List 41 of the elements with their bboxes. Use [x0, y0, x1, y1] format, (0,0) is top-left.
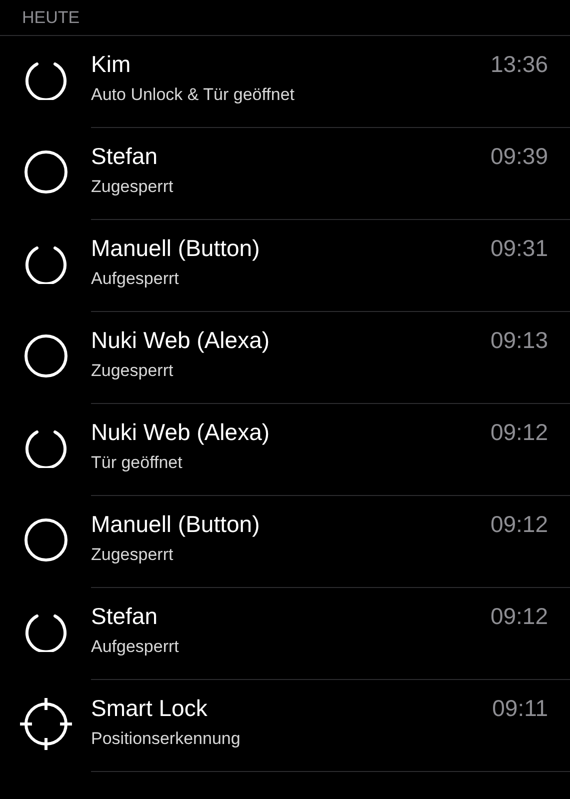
event-time: 09:12 [490, 602, 548, 631]
event-title: Smart Lock [91, 694, 208, 723]
event-title: Nuki Web (Alexa) [91, 418, 271, 447]
section-header: HEUTE [22, 6, 80, 28]
event-row[interactable]: Stefan Aufgesperrt 09:12 [0, 588, 570, 680]
event-title: Manuell (Button) [91, 510, 261, 539]
event-description: Zugesperrt [91, 176, 174, 198]
event-time: 09:39 [490, 142, 548, 171]
event-row[interactable]: Kim Auto Unlock & Tür geöffnet 13:36 [0, 36, 570, 128]
event-row[interactable]: Manuell (Button) Aufgesperrt 09:31 [0, 220, 570, 312]
open-ring-icon [22, 244, 68, 284]
ring-icon [22, 333, 68, 379]
event-time: 09:13 [490, 326, 548, 355]
event-description: Tür geöffnet [91, 452, 184, 474]
event-row[interactable]: Nuki Web (Alexa) Zugesperrt 09:13 [0, 312, 570, 404]
crosshair-icon [18, 696, 74, 752]
event-description: Aufgesperrt [91, 636, 180, 658]
event-time: 09:31 [490, 234, 548, 263]
event-description: Zugesperrt [91, 544, 174, 566]
ring-icon [22, 517, 68, 563]
open-ring-icon [22, 60, 68, 100]
event-time: 09:12 [490, 510, 548, 539]
open-ring-icon [22, 428, 68, 468]
open-ring-icon [22, 612, 68, 652]
event-description: Auto Unlock & Tür geöffnet [91, 84, 296, 106]
ring-icon [22, 149, 68, 195]
event-title: Stefan [91, 602, 158, 631]
event-description: Positionserkennung [91, 728, 242, 750]
event-description: Aufgesperrt [91, 268, 180, 290]
event-time: 09:12 [490, 418, 548, 447]
event-row[interactable]: Stefan Zugesperrt 09:39 [0, 128, 570, 220]
event-title: Kim [91, 50, 132, 79]
event-time: 09:11 [492, 694, 548, 723]
event-time: 13:36 [490, 50, 548, 79]
event-description: Zugesperrt [91, 360, 174, 382]
event-row[interactable]: Smart Lock Positionserkennung 09:11 [0, 680, 570, 772]
event-row[interactable]: Nuki Web (Alexa) Tür geöffnet 09:12 [0, 404, 570, 496]
event-title: Stefan [91, 142, 158, 171]
event-row[interactable]: Manuell (Button) Zugesperrt 09:12 [0, 496, 570, 588]
event-title: Manuell (Button) [91, 234, 261, 263]
event-title: Nuki Web (Alexa) [91, 326, 271, 355]
